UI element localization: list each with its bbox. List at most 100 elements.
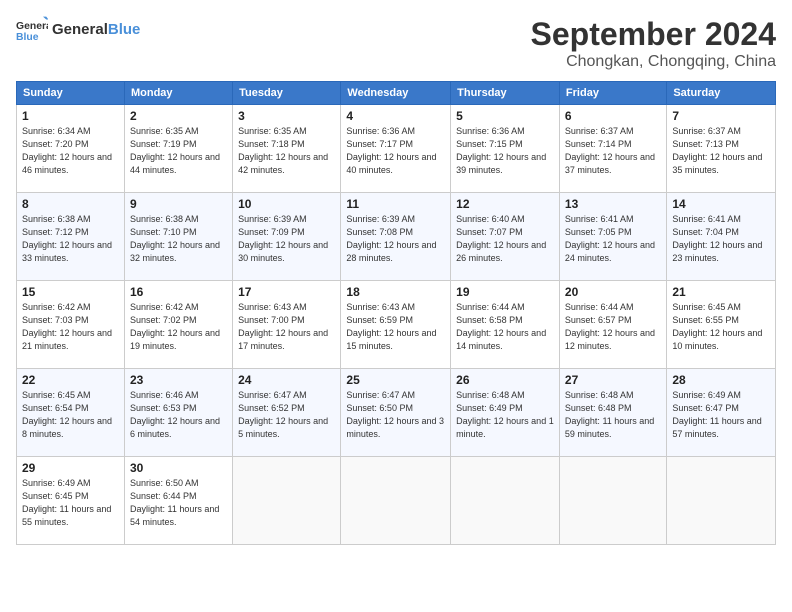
- day-info: Sunrise: 6:44 AM Sunset: 6:57 PM Dayligh…: [565, 301, 661, 353]
- day-number: 21: [672, 285, 770, 299]
- day-info: Sunrise: 6:37 AM Sunset: 7:14 PM Dayligh…: [565, 125, 661, 177]
- table-row: 15 Sunrise: 6:42 AM Sunset: 7:03 PM Dayl…: [17, 281, 125, 369]
- day-info: Sunrise: 6:36 AM Sunset: 7:17 PM Dayligh…: [346, 125, 445, 177]
- table-row: 10 Sunrise: 6:39 AM Sunset: 7:09 PM Dayl…: [233, 193, 341, 281]
- table-row: 1 Sunrise: 6:34 AM Sunset: 7:20 PM Dayli…: [17, 105, 125, 193]
- day-number: 15: [22, 285, 119, 299]
- day-info: Sunrise: 6:39 AM Sunset: 7:09 PM Dayligh…: [238, 213, 335, 265]
- day-info: Sunrise: 6:34 AM Sunset: 7:20 PM Dayligh…: [22, 125, 119, 177]
- table-row: 20 Sunrise: 6:44 AM Sunset: 6:57 PM Dayl…: [559, 281, 666, 369]
- day-number: 25: [346, 373, 445, 387]
- table-row: 4 Sunrise: 6:36 AM Sunset: 7:17 PM Dayli…: [341, 105, 451, 193]
- table-row: 9 Sunrise: 6:38 AM Sunset: 7:10 PM Dayli…: [124, 193, 232, 281]
- day-info: Sunrise: 6:47 AM Sunset: 6:50 PM Dayligh…: [346, 389, 445, 441]
- table-row: 21 Sunrise: 6:45 AM Sunset: 6:55 PM Dayl…: [667, 281, 776, 369]
- day-info: Sunrise: 6:37 AM Sunset: 7:13 PM Dayligh…: [672, 125, 770, 177]
- table-row: 7 Sunrise: 6:37 AM Sunset: 7:13 PM Dayli…: [667, 105, 776, 193]
- table-row: 6 Sunrise: 6:37 AM Sunset: 7:14 PM Dayli…: [559, 105, 666, 193]
- day-info: Sunrise: 6:41 AM Sunset: 7:04 PM Dayligh…: [672, 213, 770, 265]
- calendar-table: Sunday Monday Tuesday Wednesday Thursday…: [16, 81, 776, 545]
- day-number: 9: [130, 197, 227, 211]
- month-title: September 2024: [531, 16, 776, 53]
- day-number: 19: [456, 285, 554, 299]
- day-number: 24: [238, 373, 335, 387]
- header-friday: Friday: [559, 82, 666, 105]
- day-number: 29: [22, 461, 119, 475]
- day-info: Sunrise: 6:38 AM Sunset: 7:12 PM Dayligh…: [22, 213, 119, 265]
- calendar-week-row: 1 Sunrise: 6:34 AM Sunset: 7:20 PM Dayli…: [17, 105, 776, 193]
- day-info: Sunrise: 6:42 AM Sunset: 7:03 PM Dayligh…: [22, 301, 119, 353]
- day-info: Sunrise: 6:47 AM Sunset: 6:52 PM Dayligh…: [238, 389, 335, 441]
- day-info: Sunrise: 6:40 AM Sunset: 7:07 PM Dayligh…: [456, 213, 554, 265]
- day-info: Sunrise: 6:50 AM Sunset: 6:44 PM Dayligh…: [130, 477, 227, 529]
- day-number: 7: [672, 109, 770, 123]
- day-number: 11: [346, 197, 445, 211]
- day-number: 20: [565, 285, 661, 299]
- table-row: 17 Sunrise: 6:43 AM Sunset: 7:00 PM Dayl…: [233, 281, 341, 369]
- day-number: 23: [130, 373, 227, 387]
- day-number: 6: [565, 109, 661, 123]
- day-number: 2: [130, 109, 227, 123]
- table-row: 2 Sunrise: 6:35 AM Sunset: 7:19 PM Dayli…: [124, 105, 232, 193]
- table-row: 27 Sunrise: 6:48 AM Sunset: 6:48 PM Dayl…: [559, 369, 666, 457]
- logo-text: GeneralBlue: [52, 22, 140, 39]
- day-number: 5: [456, 109, 554, 123]
- logo-icon: General Blue: [16, 16, 48, 44]
- day-info: Sunrise: 6:46 AM Sunset: 6:53 PM Dayligh…: [130, 389, 227, 441]
- table-row: 13 Sunrise: 6:41 AM Sunset: 7:05 PM Dayl…: [559, 193, 666, 281]
- day-info: Sunrise: 6:35 AM Sunset: 7:18 PM Dayligh…: [238, 125, 335, 177]
- table-row: 19 Sunrise: 6:44 AM Sunset: 6:58 PM Dayl…: [451, 281, 560, 369]
- day-info: Sunrise: 6:44 AM Sunset: 6:58 PM Dayligh…: [456, 301, 554, 353]
- day-number: 8: [22, 197, 119, 211]
- table-row: 30 Sunrise: 6:50 AM Sunset: 6:44 PM Dayl…: [124, 457, 232, 545]
- calendar-week-row: 22 Sunrise: 6:45 AM Sunset: 6:54 PM Dayl…: [17, 369, 776, 457]
- header: General Blue GeneralBlue September 2024 …: [16, 16, 776, 71]
- day-info: Sunrise: 6:48 AM Sunset: 6:49 PM Dayligh…: [456, 389, 554, 441]
- calendar-week-row: 29 Sunrise: 6:49 AM Sunset: 6:45 PM Dayl…: [17, 457, 776, 545]
- table-row: 18 Sunrise: 6:43 AM Sunset: 6:59 PM Dayl…: [341, 281, 451, 369]
- table-row: 11 Sunrise: 6:39 AM Sunset: 7:08 PM Dayl…: [341, 193, 451, 281]
- day-info: Sunrise: 6:48 AM Sunset: 6:48 PM Dayligh…: [565, 389, 661, 441]
- day-number: 22: [22, 373, 119, 387]
- day-info: Sunrise: 6:45 AM Sunset: 6:55 PM Dayligh…: [672, 301, 770, 353]
- logo-general: General: [52, 21, 108, 38]
- table-row: 16 Sunrise: 6:42 AM Sunset: 7:02 PM Dayl…: [124, 281, 232, 369]
- day-info: Sunrise: 6:49 AM Sunset: 6:47 PM Dayligh…: [672, 389, 770, 441]
- day-info: Sunrise: 6:39 AM Sunset: 7:08 PM Dayligh…: [346, 213, 445, 265]
- day-number: 1: [22, 109, 119, 123]
- calendar-header-row: Sunday Monday Tuesday Wednesday Thursday…: [17, 82, 776, 105]
- day-number: 17: [238, 285, 335, 299]
- day-info: Sunrise: 6:43 AM Sunset: 6:59 PM Dayligh…: [346, 301, 445, 353]
- table-row: 23 Sunrise: 6:46 AM Sunset: 6:53 PM Dayl…: [124, 369, 232, 457]
- day-info: Sunrise: 6:45 AM Sunset: 6:54 PM Dayligh…: [22, 389, 119, 441]
- day-number: 10: [238, 197, 335, 211]
- day-number: 13: [565, 197, 661, 211]
- header-monday: Monday: [124, 82, 232, 105]
- title-block: September 2024 Chongkan, Chongqing, Chin…: [531, 16, 776, 71]
- day-number: 16: [130, 285, 227, 299]
- table-row: [667, 457, 776, 545]
- page: General Blue GeneralBlue September 2024 …: [0, 0, 792, 612]
- calendar-week-row: 15 Sunrise: 6:42 AM Sunset: 7:03 PM Dayl…: [17, 281, 776, 369]
- table-row: 5 Sunrise: 6:36 AM Sunset: 7:15 PM Dayli…: [451, 105, 560, 193]
- day-number: 12: [456, 197, 554, 211]
- calendar-week-row: 8 Sunrise: 6:38 AM Sunset: 7:12 PM Dayli…: [17, 193, 776, 281]
- svg-text:General: General: [16, 21, 48, 32]
- table-row: [233, 457, 341, 545]
- table-row: 8 Sunrise: 6:38 AM Sunset: 7:12 PM Dayli…: [17, 193, 125, 281]
- day-number: 18: [346, 285, 445, 299]
- day-info: Sunrise: 6:42 AM Sunset: 7:02 PM Dayligh…: [130, 301, 227, 353]
- day-info: Sunrise: 6:43 AM Sunset: 7:00 PM Dayligh…: [238, 301, 335, 353]
- day-info: Sunrise: 6:36 AM Sunset: 7:15 PM Dayligh…: [456, 125, 554, 177]
- table-row: 25 Sunrise: 6:47 AM Sunset: 6:50 PM Dayl…: [341, 369, 451, 457]
- day-info: Sunrise: 6:49 AM Sunset: 6:45 PM Dayligh…: [22, 477, 119, 529]
- svg-text:Blue: Blue: [16, 32, 39, 43]
- header-sunday: Sunday: [17, 82, 125, 105]
- table-row: 28 Sunrise: 6:49 AM Sunset: 6:47 PM Dayl…: [667, 369, 776, 457]
- day-number: 26: [456, 373, 554, 387]
- table-row: [451, 457, 560, 545]
- header-tuesday: Tuesday: [233, 82, 341, 105]
- day-number: 3: [238, 109, 335, 123]
- day-info: Sunrise: 6:38 AM Sunset: 7:10 PM Dayligh…: [130, 213, 227, 265]
- table-row: 24 Sunrise: 6:47 AM Sunset: 6:52 PM Dayl…: [233, 369, 341, 457]
